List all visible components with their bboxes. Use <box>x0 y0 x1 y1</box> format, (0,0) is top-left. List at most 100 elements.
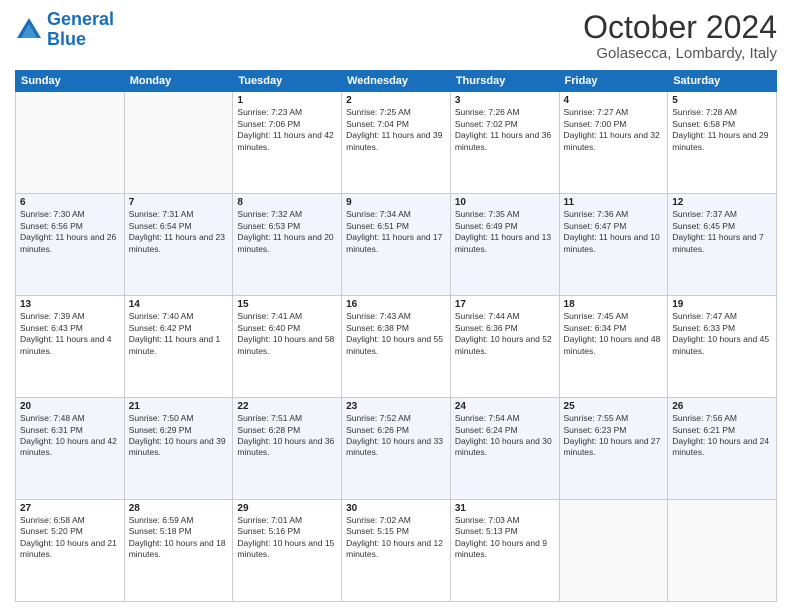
table-cell: 5 Sunrise: 7:28 AMSunset: 6:58 PMDayligh… <box>668 92 777 194</box>
table-cell <box>16 92 125 194</box>
table-cell: 24 Sunrise: 7:54 AMSunset: 6:24 PMDaylig… <box>450 398 559 500</box>
location-title: Golasecca, Lombardy, Italy <box>583 45 777 62</box>
calendar-row: 1 Sunrise: 7:23 AMSunset: 7:06 PMDayligh… <box>16 92 777 194</box>
calendar-row: 27 Sunrise: 6:58 AMSunset: 5:20 PMDaylig… <box>16 500 777 602</box>
table-cell: 11 Sunrise: 7:36 AMSunset: 6:47 PMDaylig… <box>559 194 668 296</box>
calendar-row: 6 Sunrise: 7:30 AMSunset: 6:56 PMDayligh… <box>16 194 777 296</box>
table-cell: 1 Sunrise: 7:23 AMSunset: 7:06 PMDayligh… <box>233 92 342 194</box>
table-cell: 13 Sunrise: 7:39 AMSunset: 6:43 PMDaylig… <box>16 296 125 398</box>
calendar-header-row: Sunday Monday Tuesday Wednesday Thursday… <box>16 71 777 92</box>
table-cell: 12 Sunrise: 7:37 AMSunset: 6:45 PMDaylig… <box>668 194 777 296</box>
day-number: 18 <box>564 299 664 310</box>
day-number: 24 <box>455 401 555 412</box>
logo-icon <box>15 16 43 44</box>
cell-info: Sunrise: 7:35 AMSunset: 6:49 PMDaylight:… <box>455 209 555 255</box>
cell-info: Sunrise: 7:40 AMSunset: 6:42 PMDaylight:… <box>129 311 229 357</box>
day-number: 11 <box>564 197 664 208</box>
table-cell <box>559 500 668 602</box>
day-number: 2 <box>346 95 446 106</box>
day-number: 20 <box>20 401 120 412</box>
col-monday: Monday <box>124 71 233 92</box>
col-sunday: Sunday <box>16 71 125 92</box>
cell-info: Sunrise: 7:02 AMSunset: 5:15 PMDaylight:… <box>346 515 446 561</box>
cell-info: Sunrise: 6:59 AMSunset: 5:18 PMDaylight:… <box>129 515 229 561</box>
day-number: 13 <box>20 299 120 310</box>
logo-line1: General <box>47 9 114 29</box>
table-cell: 18 Sunrise: 7:45 AMSunset: 6:34 PMDaylig… <box>559 296 668 398</box>
table-cell: 14 Sunrise: 7:40 AMSunset: 6:42 PMDaylig… <box>124 296 233 398</box>
day-number: 31 <box>455 503 555 514</box>
col-thursday: Thursday <box>450 71 559 92</box>
col-saturday: Saturday <box>668 71 777 92</box>
cell-info: Sunrise: 7:31 AMSunset: 6:54 PMDaylight:… <box>129 209 229 255</box>
day-number: 8 <box>237 197 337 208</box>
month-title: October 2024 <box>583 10 777 45</box>
table-cell: 28 Sunrise: 6:59 AMSunset: 5:18 PMDaylig… <box>124 500 233 602</box>
calendar-table: Sunday Monday Tuesday Wednesday Thursday… <box>15 70 777 602</box>
col-wednesday: Wednesday <box>342 71 451 92</box>
table-cell <box>124 92 233 194</box>
cell-info: Sunrise: 6:58 AMSunset: 5:20 PMDaylight:… <box>20 515 120 561</box>
col-tuesday: Tuesday <box>233 71 342 92</box>
day-number: 28 <box>129 503 229 514</box>
table-cell: 30 Sunrise: 7:02 AMSunset: 5:15 PMDaylig… <box>342 500 451 602</box>
table-cell: 8 Sunrise: 7:32 AMSunset: 6:53 PMDayligh… <box>233 194 342 296</box>
logo: General Blue <box>15 10 114 50</box>
cell-info: Sunrise: 7:27 AMSunset: 7:00 PMDaylight:… <box>564 107 664 153</box>
day-number: 26 <box>672 401 772 412</box>
day-number: 14 <box>129 299 229 310</box>
table-cell: 19 Sunrise: 7:47 AMSunset: 6:33 PMDaylig… <box>668 296 777 398</box>
cell-info: Sunrise: 7:43 AMSunset: 6:38 PMDaylight:… <box>346 311 446 357</box>
day-number: 17 <box>455 299 555 310</box>
title-block: October 2024 Golasecca, Lombardy, Italy <box>583 10 777 62</box>
cell-info: Sunrise: 7:48 AMSunset: 6:31 PMDaylight:… <box>20 413 120 459</box>
table-cell: 25 Sunrise: 7:55 AMSunset: 6:23 PMDaylig… <box>559 398 668 500</box>
calendar-row: 13 Sunrise: 7:39 AMSunset: 6:43 PMDaylig… <box>16 296 777 398</box>
day-number: 30 <box>346 503 446 514</box>
table-cell: 20 Sunrise: 7:48 AMSunset: 6:31 PMDaylig… <box>16 398 125 500</box>
table-cell: 31 Sunrise: 7:03 AMSunset: 5:13 PMDaylig… <box>450 500 559 602</box>
table-cell: 9 Sunrise: 7:34 AMSunset: 6:51 PMDayligh… <box>342 194 451 296</box>
cell-info: Sunrise: 7:47 AMSunset: 6:33 PMDaylight:… <box>672 311 772 357</box>
table-cell: 10 Sunrise: 7:35 AMSunset: 6:49 PMDaylig… <box>450 194 559 296</box>
day-number: 15 <box>237 299 337 310</box>
table-cell: 21 Sunrise: 7:50 AMSunset: 6:29 PMDaylig… <box>124 398 233 500</box>
table-cell: 16 Sunrise: 7:43 AMSunset: 6:38 PMDaylig… <box>342 296 451 398</box>
day-number: 16 <box>346 299 446 310</box>
col-friday: Friday <box>559 71 668 92</box>
cell-info: Sunrise: 7:28 AMSunset: 6:58 PMDaylight:… <box>672 107 772 153</box>
cell-info: Sunrise: 7:30 AMSunset: 6:56 PMDaylight:… <box>20 209 120 255</box>
day-number: 25 <box>564 401 664 412</box>
day-number: 9 <box>346 197 446 208</box>
calendar-row: 20 Sunrise: 7:48 AMSunset: 6:31 PMDaylig… <box>16 398 777 500</box>
cell-info: Sunrise: 7:44 AMSunset: 6:36 PMDaylight:… <box>455 311 555 357</box>
cell-info: Sunrise: 7:51 AMSunset: 6:28 PMDaylight:… <box>237 413 337 459</box>
table-cell: 27 Sunrise: 6:58 AMSunset: 5:20 PMDaylig… <box>16 500 125 602</box>
table-cell: 3 Sunrise: 7:26 AMSunset: 7:02 PMDayligh… <box>450 92 559 194</box>
day-number: 19 <box>672 299 772 310</box>
logo-line2: Blue <box>47 29 86 49</box>
cell-info: Sunrise: 7:37 AMSunset: 6:45 PMDaylight:… <box>672 209 772 255</box>
day-number: 29 <box>237 503 337 514</box>
cell-info: Sunrise: 7:25 AMSunset: 7:04 PMDaylight:… <box>346 107 446 153</box>
table-cell: 7 Sunrise: 7:31 AMSunset: 6:54 PMDayligh… <box>124 194 233 296</box>
table-cell: 29 Sunrise: 7:01 AMSunset: 5:16 PMDaylig… <box>233 500 342 602</box>
table-cell: 23 Sunrise: 7:52 AMSunset: 6:26 PMDaylig… <box>342 398 451 500</box>
cell-info: Sunrise: 7:41 AMSunset: 6:40 PMDaylight:… <box>237 311 337 357</box>
day-number: 6 <box>20 197 120 208</box>
table-cell <box>668 500 777 602</box>
table-cell: 6 Sunrise: 7:30 AMSunset: 6:56 PMDayligh… <box>16 194 125 296</box>
day-number: 22 <box>237 401 337 412</box>
cell-info: Sunrise: 7:54 AMSunset: 6:24 PMDaylight:… <box>455 413 555 459</box>
cell-info: Sunrise: 7:26 AMSunset: 7:02 PMDaylight:… <box>455 107 555 153</box>
day-number: 27 <box>20 503 120 514</box>
cell-info: Sunrise: 7:03 AMSunset: 5:13 PMDaylight:… <box>455 515 555 561</box>
cell-info: Sunrise: 7:36 AMSunset: 6:47 PMDaylight:… <box>564 209 664 255</box>
logo-text: General Blue <box>47 10 114 50</box>
cell-info: Sunrise: 7:39 AMSunset: 6:43 PMDaylight:… <box>20 311 120 357</box>
cell-info: Sunrise: 7:52 AMSunset: 6:26 PMDaylight:… <box>346 413 446 459</box>
cell-info: Sunrise: 7:50 AMSunset: 6:29 PMDaylight:… <box>129 413 229 459</box>
day-number: 10 <box>455 197 555 208</box>
cell-info: Sunrise: 7:23 AMSunset: 7:06 PMDaylight:… <box>237 107 337 153</box>
day-number: 5 <box>672 95 772 106</box>
